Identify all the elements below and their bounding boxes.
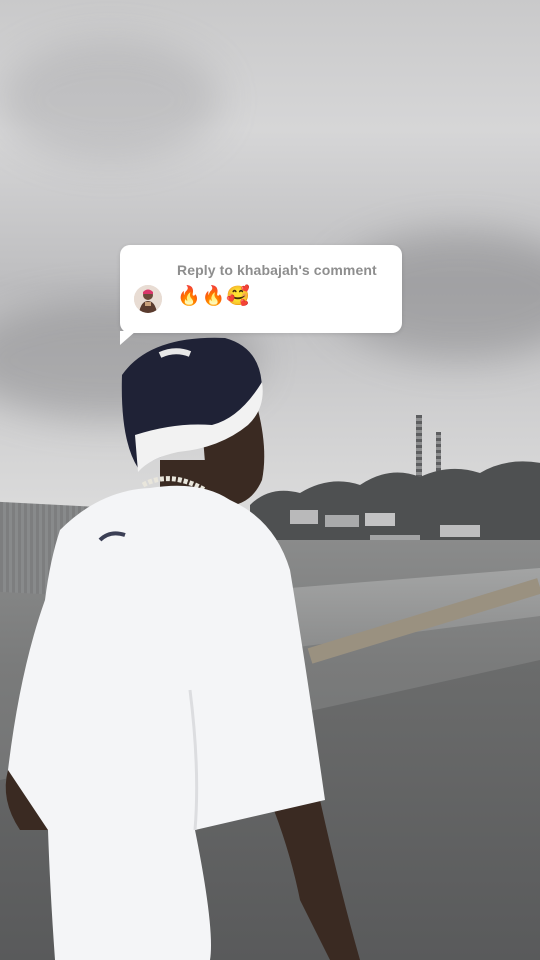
reply-header: Reply to khabajah's comment — [177, 262, 377, 278]
comment-text: 🔥🔥🥰 — [177, 286, 251, 307]
person-in-white-tshirt — [5, 337, 360, 960]
reply-to-comment-sticker[interactable]: Reply to khabajah's comment 🔥🔥🥰 — [120, 245, 402, 345]
user-avatar-icon[interactable] — [134, 285, 162, 313]
video-frame[interactable]: Reply to khabajah's comment 🔥🔥🥰 — [0, 0, 540, 960]
dark-cloud — [0, 40, 220, 160]
sticker-tail — [120, 331, 136, 345]
